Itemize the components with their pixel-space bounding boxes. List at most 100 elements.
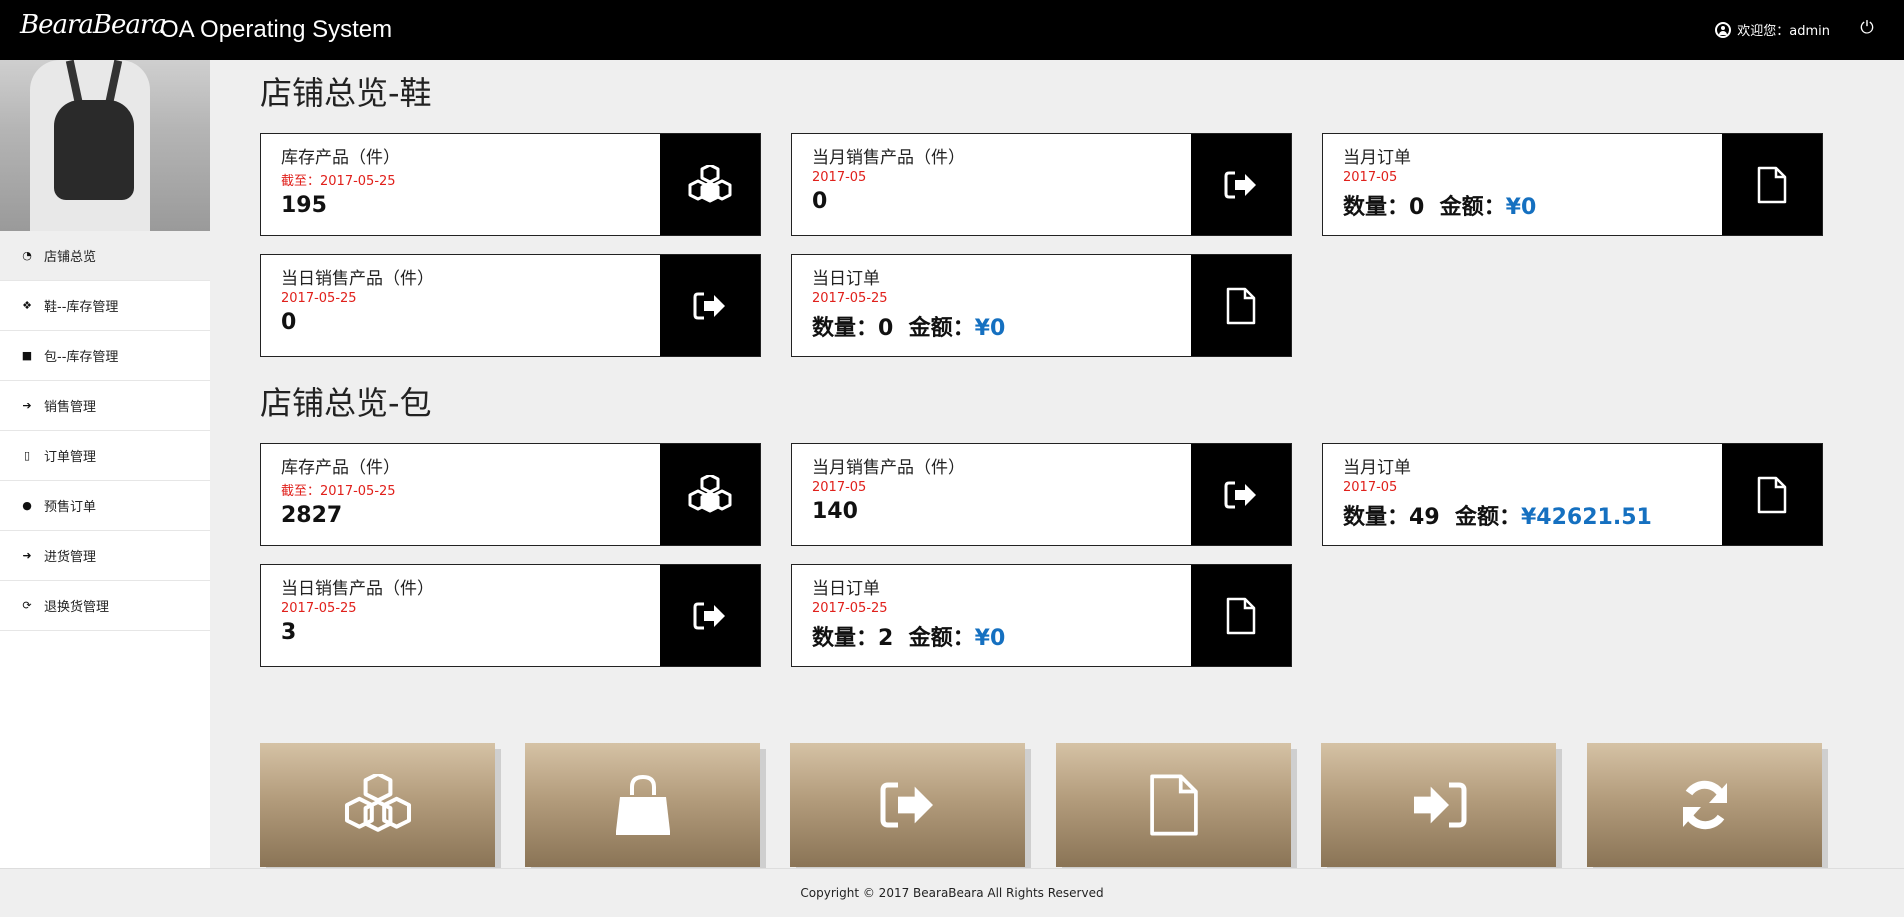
sidebar-item-label: 订单管理 <box>44 450 97 465</box>
card-bag-month-sales[interactable]: 当月销售产品（件） 2017-05 140 <box>791 443 1292 546</box>
section-title-bags: 店铺总览-包 <box>260 384 432 422</box>
sidebar-item-label: 预售订单 <box>44 500 97 515</box>
section-title-shoes: 店铺总览-鞋 <box>260 74 432 112</box>
sign-out-icon: ➔ <box>22 399 32 412</box>
file-icon <box>1722 444 1822 545</box>
sidebar-item-label: 包--库存管理 <box>44 350 119 365</box>
dashboard-icon: ◔ <box>22 249 32 262</box>
card-shoe-day-sales[interactable]: 当日销售产品（件） 2017-05-25 0 <box>260 254 761 357</box>
card-value: 数量：0 金额：¥0 <box>1343 195 1537 220</box>
tile-orders[interactable] <box>1056 743 1291 867</box>
sidebar-banner-image <box>0 60 210 231</box>
tile-bag-inventory[interactable] <box>525 743 760 867</box>
card-title: 当月销售产品（件） <box>812 458 965 478</box>
card-title: 当月销售产品（件） <box>812 148 965 168</box>
sidebar-item-bag-inventory[interactable]: ■ 包--库存管理 <box>0 331 210 381</box>
brand-logo[interactable]: BearaBeara <box>20 10 167 40</box>
card-bag-day-orders[interactable]: 当日订单 2017-05-25 数量：2 金额：¥0 <box>791 564 1292 667</box>
card-date: 截至：2017-05-25 <box>281 174 396 189</box>
card-date: 2017-05 <box>812 170 867 185</box>
shopping-bag-icon <box>615 774 670 835</box>
card-date: 2017-05 <box>1343 480 1398 495</box>
card-bag-month-orders[interactable]: 当月订单 2017-05 数量：49 金额：¥42621.51 <box>1322 443 1823 546</box>
cubes-icon: ❖ <box>22 299 32 312</box>
file-icon <box>1191 565 1291 666</box>
card-title: 当月订单 <box>1343 458 1411 478</box>
refresh-icon <box>1682 780 1727 830</box>
sidebar-item-orders[interactable]: ▯ 订单管理 <box>0 431 210 481</box>
welcome-text: 欢迎您：admin <box>1737 24 1830 39</box>
sidebar-item-label: 进货管理 <box>44 550 97 565</box>
power-logout-icon[interactable]: ⏻ <box>1858 19 1876 37</box>
sidebar-item-presale[interactable]: ● 预售订单 <box>0 481 210 531</box>
refresh-icon: ⟳ <box>22 599 32 612</box>
sidebar-item-label: 销售管理 <box>44 400 97 415</box>
tile-purchase[interactable] <box>1321 743 1556 867</box>
card-date: 2017-05-25 <box>281 601 357 616</box>
card-bag-stock[interactable]: 库存产品（件） 截至：2017-05-25 2827 <box>260 443 761 546</box>
sidebar-item-label: 退换货管理 <box>44 600 110 615</box>
sign-out-icon <box>660 565 760 666</box>
card-title: 当日销售产品（件） <box>281 579 434 599</box>
card-shoe-stock[interactable]: 库存产品（件） 截至：2017-05-25 195 <box>260 133 761 236</box>
sidebar-menu: ◔ 店铺总览 ❖ 鞋--库存管理 ■ 包--库存管理 ➔ 销售管理 ▯ 订单管理… <box>0 231 210 631</box>
sign-out-icon <box>660 255 760 356</box>
card-value: 数量：49 金额：¥42621.51 <box>1343 505 1652 530</box>
sidebar-item-label: 鞋--库存管理 <box>44 300 119 315</box>
globe-icon: ● <box>22 499 32 512</box>
cubes-icon <box>344 774 411 832</box>
card-value: 0 <box>812 189 828 214</box>
bag-icon: ■ <box>21 349 33 362</box>
card-title: 库存产品（件） <box>281 458 400 478</box>
card-title: 当月订单 <box>1343 148 1411 168</box>
user-info[interactable]: 欢迎您：admin <box>1715 20 1830 39</box>
sidebar-item-label: 店铺总览 <box>44 250 97 265</box>
app-title: OA Operating System <box>160 16 393 43</box>
card-date: 2017-05-25 <box>812 601 888 616</box>
sidebar-item-shoe-inventory[interactable]: ❖ 鞋--库存管理 <box>0 281 210 331</box>
file-icon <box>1149 774 1198 836</box>
card-value: 数量：2 金额：¥0 <box>812 626 1006 651</box>
sign-in-icon: ➜ <box>22 549 32 562</box>
card-title: 当日订单 <box>812 269 880 289</box>
card-title: 当日销售产品（件） <box>281 269 434 289</box>
sidebar-item-overview[interactable]: ◔ 店铺总览 <box>0 231 210 281</box>
card-date: 2017-05-25 <box>812 291 888 306</box>
sidebar: ◔ 店铺总览 ❖ 鞋--库存管理 ■ 包--库存管理 ➔ 销售管理 ▯ 订单管理… <box>0 60 210 868</box>
card-title: 当日订单 <box>812 579 880 599</box>
card-title: 库存产品（件） <box>281 148 400 168</box>
sign-out-icon <box>1191 444 1291 545</box>
user-circle-icon <box>1715 21 1732 38</box>
card-value: 0 <box>281 310 297 335</box>
footer: Copyright © 2017 BearaBeara All Rights R… <box>0 868 1904 917</box>
sign-in-icon <box>1413 782 1466 828</box>
cubes-icon <box>660 444 760 545</box>
card-value: 3 <box>281 620 297 645</box>
sidebar-item-sales[interactable]: ➔ 销售管理 <box>0 381 210 431</box>
top-bar: BearaBeara OA Operating System 欢迎您：admin… <box>0 0 1904 60</box>
tile-shoe-inventory[interactable] <box>260 743 495 867</box>
cubes-icon <box>660 134 760 235</box>
sign-out-icon <box>880 782 933 828</box>
sidebar-item-returns[interactable]: ⟳ 退换货管理 <box>0 581 210 631</box>
card-value: 195 <box>281 193 327 218</box>
card-date: 2017-05 <box>812 480 867 495</box>
card-value: 2827 <box>281 503 343 528</box>
file-icon: ▯ <box>23 449 31 462</box>
card-value: 数量：0 金额：¥0 <box>812 316 1006 341</box>
card-bag-day-sales[interactable]: 当日销售产品（件） 2017-05-25 3 <box>260 564 761 667</box>
tile-sales[interactable] <box>790 743 1025 867</box>
card-shoe-month-sales[interactable]: 当月销售产品（件） 2017-05 0 <box>791 133 1292 236</box>
tile-returns[interactable] <box>1587 743 1822 867</box>
card-date: 2017-05-25 <box>281 291 357 306</box>
file-icon <box>1722 134 1822 235</box>
sidebar-item-purchase[interactable]: ➜ 进货管理 <box>0 531 210 581</box>
card-shoe-month-orders[interactable]: 当月订单 2017-05 数量：0 金额：¥0 <box>1322 133 1823 236</box>
sign-out-icon <box>1191 134 1291 235</box>
card-shoe-day-orders[interactable]: 当日订单 2017-05-25 数量：0 金额：¥0 <box>791 254 1292 357</box>
file-icon <box>1191 255 1291 356</box>
card-date: 截至：2017-05-25 <box>281 484 396 499</box>
card-value: 140 <box>812 499 858 524</box>
copyright-text: Copyright © 2017 BearaBeara All Rights R… <box>800 886 1104 900</box>
card-date: 2017-05 <box>1343 170 1398 185</box>
